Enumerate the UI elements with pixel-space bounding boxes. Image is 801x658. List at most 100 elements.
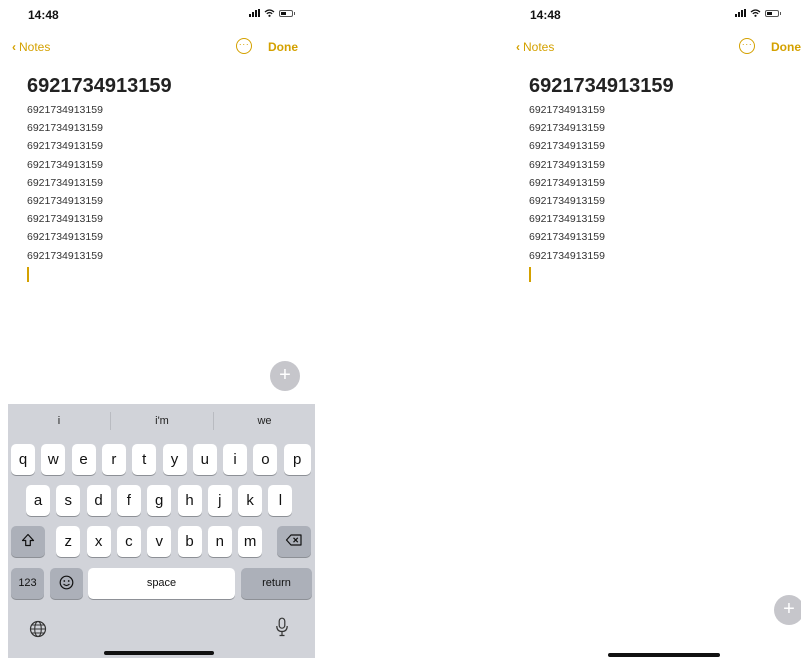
note-editor[interactable]: 6921734913159 6921734913159 692173491315…: [27, 75, 320, 282]
suggestion-bar: i i'm we: [8, 404, 315, 438]
ellipsis-icon: ···: [741, 38, 753, 49]
navigation-bar: ‹ Notes ··· Done: [0, 36, 320, 60]
space-key[interactable]: space: [88, 568, 235, 599]
note-title: 6921734913159: [27, 75, 172, 97]
suggestion-item[interactable]: i: [8, 404, 110, 438]
emoji-icon: [59, 575, 74, 590]
note-editor[interactable]: 6921734913159 6921734913159 692173491315…: [529, 75, 801, 282]
status-bar: 14:48: [502, 0, 801, 26]
add-attachment-button[interactable]: +: [774, 595, 801, 625]
back-label: Notes: [523, 40, 555, 54]
return-key[interactable]: return: [241, 568, 312, 599]
done-button[interactable]: Done: [771, 40, 801, 54]
key[interactable]: c: [116, 526, 141, 557]
note-line: 6921734913159: [529, 158, 605, 171]
note-line: 6921734913159: [529, 249, 605, 262]
note-line: 6921734913159: [27, 158, 103, 171]
note-title: 6921734913159: [529, 75, 674, 97]
back-to-notes-button[interactable]: ‹ Notes: [12, 40, 50, 54]
chevron-left-icon: ‹: [12, 40, 16, 54]
key[interactable]: s: [56, 485, 81, 516]
globe-icon[interactable]: [29, 620, 47, 638]
status-time: 14:48: [530, 8, 561, 22]
note-line: 6921734913159: [27, 176, 103, 189]
shift-icon: [21, 533, 35, 547]
key[interactable]: x: [86, 526, 111, 557]
key[interactable]: v: [147, 526, 172, 557]
navigation-bar: ‹ Notes ··· Done: [502, 36, 801, 60]
note-line: 6921734913159: [529, 122, 605, 135]
notes-screen-editing: 14:48 ‹ Notes ··· Done 6921734913159 692…: [0, 0, 320, 658]
status-time: 14:48: [28, 8, 59, 22]
key[interactable]: w: [41, 444, 66, 475]
battery-icon: [765, 9, 781, 17]
note-line: 6921734913159: [27, 231, 103, 244]
microphone-icon[interactable]: [275, 617, 289, 637]
key[interactable]: i: [223, 444, 248, 475]
key[interactable]: j: [207, 485, 232, 516]
note-line: 6921734913159: [27, 213, 103, 226]
key[interactable]: d: [86, 485, 111, 516]
note-line: 6921734913159: [27, 195, 103, 208]
key[interactable]: t: [132, 444, 157, 475]
key[interactable]: z: [56, 526, 81, 557]
chevron-left-icon: ‹: [516, 40, 520, 54]
home-indicator[interactable]: [104, 651, 214, 655]
key[interactable]: f: [116, 485, 141, 516]
keyboard: i i'm we q w e r t y u i o p a s d f g h…: [8, 404, 315, 658]
note-line: 6921734913159: [529, 195, 605, 208]
key[interactable]: m: [238, 526, 263, 557]
suggestion-item[interactable]: we: [214, 404, 315, 438]
key[interactable]: r: [101, 444, 126, 475]
emoji-key[interactable]: [50, 568, 83, 599]
suggestion-item[interactable]: i'm: [111, 404, 213, 438]
back-label: Notes: [19, 40, 51, 54]
note-line: 6921734913159: [27, 249, 103, 262]
battery-icon: [279, 9, 295, 17]
note-line: 6921734913159: [529, 213, 605, 226]
key[interactable]: u: [192, 444, 217, 475]
wifi-icon: [264, 9, 275, 17]
key[interactable]: q: [11, 444, 35, 475]
note-line: 6921734913159: [27, 122, 103, 135]
note-line: 6921734913159: [529, 231, 605, 244]
shift-key[interactable]: [11, 526, 45, 557]
note-line: 6921734913159: [27, 140, 103, 153]
notes-screen-viewing: 14:48 ‹ Notes ··· Done 6921734913159 692…: [502, 0, 801, 658]
status-bar: 14:48: [0, 0, 320, 26]
backspace-icon: [285, 534, 302, 546]
key[interactable]: p: [283, 444, 311, 475]
key[interactable]: n: [207, 526, 232, 557]
key[interactable]: e: [71, 444, 96, 475]
key[interactable]: l: [268, 485, 293, 516]
more-options-button[interactable]: ···: [739, 38, 755, 54]
key[interactable]: o: [253, 444, 278, 475]
delete-key[interactable]: [277, 526, 311, 557]
signal-icon: [735, 9, 746, 17]
signal-icon: [249, 9, 260, 17]
text-cursor: [27, 266, 29, 282]
key[interactable]: a: [26, 485, 50, 516]
key[interactable]: y: [162, 444, 187, 475]
numbers-key[interactable]: 123: [11, 568, 44, 599]
add-attachment-button[interactable]: +: [270, 361, 300, 391]
note-lines: 6921734913159 6921734913159 692173491315…: [529, 101, 801, 265]
status-icons: [249, 9, 295, 17]
note-line: 6921734913159: [27, 104, 103, 116]
more-options-button[interactable]: ···: [236, 38, 252, 54]
note-line: 6921734913159: [529, 176, 605, 189]
key[interactable]: b: [177, 526, 202, 557]
key[interactable]: k: [238, 485, 263, 516]
key[interactable]: h: [177, 485, 202, 516]
note-line: 6921734913159: [529, 140, 605, 153]
home-indicator[interactable]: [608, 653, 720, 657]
note-lines: 6921734913159 6921734913159 692173491315…: [27, 101, 320, 265]
text-cursor: [529, 266, 531, 282]
status-icons: [735, 9, 781, 17]
ellipsis-icon: ···: [238, 38, 250, 49]
key[interactable]: g: [147, 485, 172, 516]
done-button[interactable]: Done: [268, 40, 298, 54]
back-to-notes-button[interactable]: ‹ Notes: [516, 40, 554, 54]
wifi-icon: [750, 9, 761, 17]
note-line: 6921734913159: [529, 104, 605, 116]
